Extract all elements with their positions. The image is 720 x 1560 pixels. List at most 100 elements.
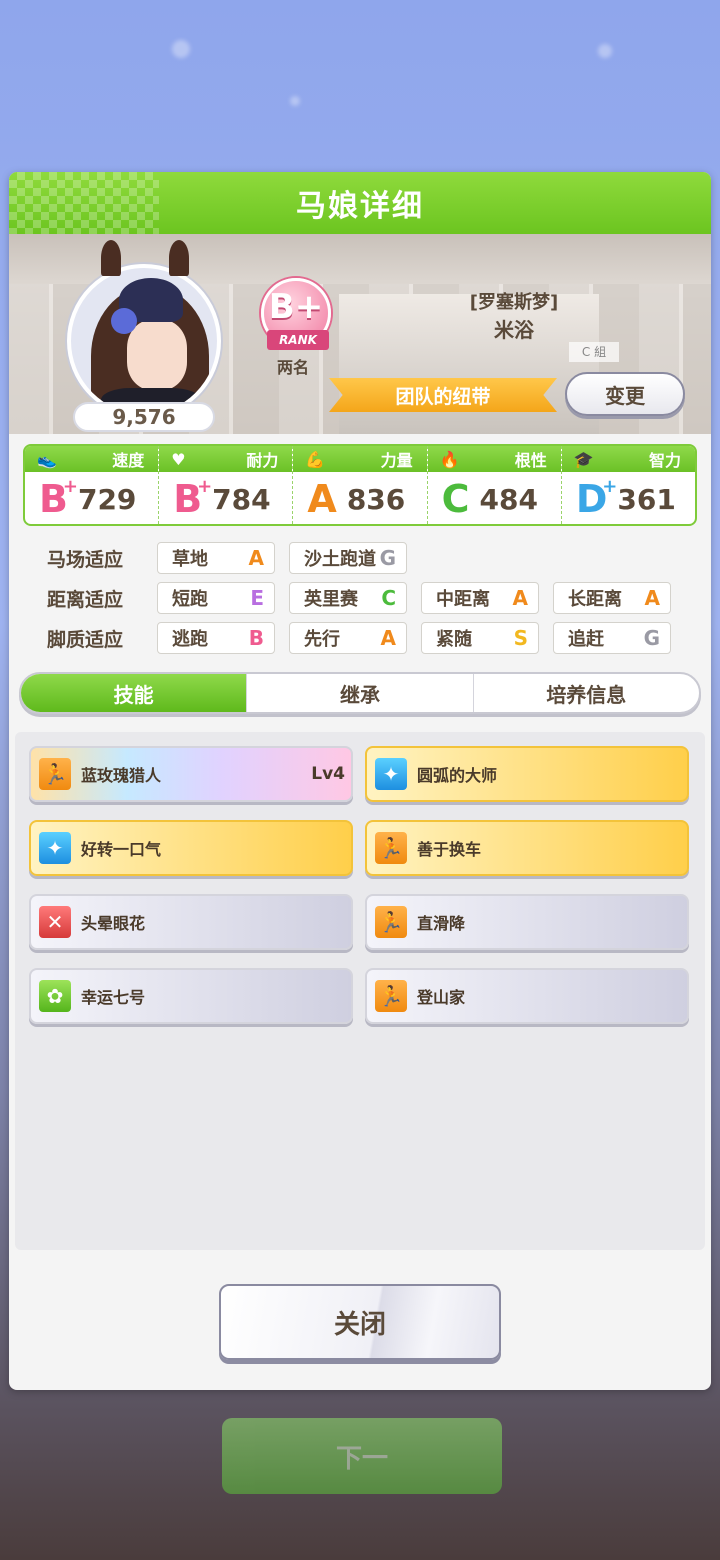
stat-label: 速度 [112,451,145,470]
skill-card[interactable]: 🏃 善于换车 [365,820,689,876]
background-next-label: 下一 [335,1443,388,1474]
stat-grade: C [442,480,470,518]
style-aptitude-list: 逃跑 B 先行 A 紧随 S 追赶 G [157,622,685,654]
stat-grade: B + [39,478,78,519]
clover-icon: ✿ [39,980,71,1012]
header-pattern [9,172,159,234]
change-title-button[interactable]: 变更 [565,372,685,416]
stat-grade: A [307,480,336,518]
tab-skills[interactable]: 技能 [21,674,248,712]
stat-grade-plus: + [62,476,78,497]
aptitude-track-item: 草地 A [157,542,275,574]
aptitude-name: 沙土跑道 [304,549,376,570]
skill-card[interactable]: 🏃 蓝玫瑰猎人 Lv4 [29,746,353,802]
distance-aptitude-label: 距离适应 [47,588,124,611]
stat-value: 484 [479,482,538,516]
skill-name: 幸运七号 [81,988,146,1007]
stat-value: 784 [212,482,271,516]
aptitude-grade: A [248,546,264,570]
runner-icon: 🏃 [39,758,71,790]
skill-card[interactable]: ✿ 幸运七号 [29,968,353,1024]
stat-column: ♥ 耐力 B +784 [159,446,294,524]
aptitude-name: 长距离 [568,589,622,610]
portrait-rose [111,308,137,334]
aptitude-grade: A [644,586,660,610]
aptitude-grade: A [512,586,528,610]
rank-label: RANK [267,330,329,350]
aptitude-style-item: 追赶 G [553,622,671,654]
runner-icon: 🏃 [375,906,407,938]
stat-header: 💪 力量 [293,446,427,472]
stat-body: A 836 [293,472,426,524]
aptitude-grade: G [379,546,396,570]
stat-grade-plus: + [197,476,213,497]
aptitude-style-item: 逃跑 B [157,622,275,654]
tab-training-info[interactable]: 培养信息 [474,674,699,712]
skill-level: Lv4 [311,764,345,784]
character-portrait[interactable] [67,264,221,418]
stat-body: C 484 [428,472,561,524]
stats-bar: 👟 速度 B +729 ♥ 耐力 B +784 💪 力量 A 836 🔥 根性 C 484 🎓 智力 D +361 [23,444,697,526]
skill-name: 直滑降 [417,914,466,933]
aptitude-name: 短跑 [172,589,208,610]
panel-title: 马娘详细 [296,189,424,224]
rank-letter: B+ [268,287,324,327]
muscle-icon: 💪 [305,449,326,469]
tab-inheritance[interactable]: 继承 [247,674,474,712]
aptitude-grade: G [643,626,660,650]
aptitude-name: 英里赛 [304,589,358,610]
aptitude-distance-item: 英里赛 C [289,582,407,614]
character-name: 米浴 [494,318,534,342]
character-hero: 9,576 B+ RANK 两名 [罗塞斯梦] 米浴 C 組 团队的纽带 变更 [9,234,711,434]
skill-name: 好转一口气 [81,840,162,859]
debuff-icon: ✕ [39,906,71,938]
detail-tabs: 技能 继承 培养信息 [19,672,701,714]
skill-card[interactable]: ✦ 好转一口气 [29,820,353,876]
runner-icon: 🏃 [375,832,407,864]
stat-grade-plus: + [602,476,618,497]
skill-card[interactable]: 🏃 直滑降 [365,894,689,950]
stat-label: 耐力 [246,451,279,470]
style-aptitude-row: 脚质适应 逃跑 B 先行 A 紧随 S 追赶 G [47,622,685,654]
skill-name: 蓝玫瑰猎人 [81,766,162,785]
aptitude-name: 紧随 [436,629,472,650]
stat-label: 力量 [380,451,413,470]
aptitude-style-item: 先行 A [289,622,407,654]
flame-icon: 🔥 [439,449,460,469]
stat-grade: B + [173,478,212,519]
skill-name: 头晕眼花 [81,914,146,933]
stat-body: B +729 [25,472,158,524]
aptitude-distance-item: 长距离 A [553,582,671,614]
background-next-button: 下一 [222,1418,502,1494]
stat-column: 💪 力量 A 836 [293,446,428,524]
stat-body: D +361 [562,472,695,524]
graduation-cap-icon: 🎓 [573,449,594,469]
aptitude-distance-item: 中距离 A [421,582,539,614]
panel-header: 马娘详细 [9,172,711,234]
aptitude-style-item: 紧随 S [421,622,539,654]
background-sparkle [598,44,612,58]
evaluation-score: 9,576 [73,402,215,432]
aptitude-name: 先行 [304,629,340,650]
rank-sub-label: 两名 [276,358,309,377]
style-aptitude-label: 脚质适应 [47,628,124,651]
aptitude-grade: B [248,626,264,650]
distance-aptitude-list: 短跑 E 英里赛 C 中距离 A 长距离 A [157,582,685,614]
stat-value: 729 [77,482,137,516]
skill-name: 登山家 [417,988,466,1007]
track-aptitude-row: 马场适应 草地 A 沙土跑道 G [47,542,421,574]
stat-value: 361 [617,482,676,516]
stat-label: 根性 [514,451,547,470]
skill-card[interactable]: 🏃 登山家 [365,968,689,1024]
skill-card[interactable]: ✕ 头晕眼花 [29,894,353,950]
stat-body: B +784 [159,472,292,524]
background-sparkle [290,96,300,106]
skill-card[interactable]: ✦ 圆弧的大师 [365,746,689,802]
skill-name: 圆弧的大师 [417,766,498,785]
horse-ear-right [169,240,189,276]
aptitude-grade: S [513,626,528,650]
horse-ear-left [101,240,121,276]
stat-column: 🎓 智力 D +361 [561,446,695,524]
runner-icon: 🏃 [375,980,407,1012]
close-button[interactable]: 关闭 [219,1284,501,1360]
